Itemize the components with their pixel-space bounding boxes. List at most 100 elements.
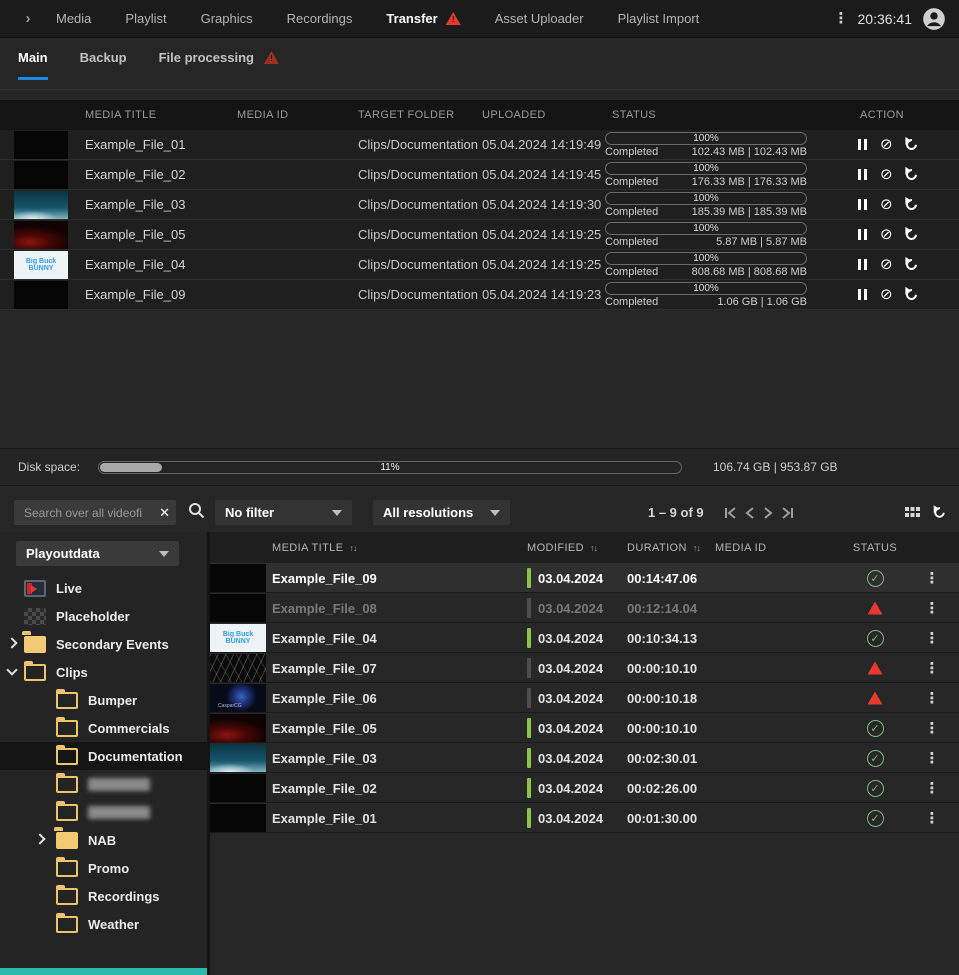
- folder-tree-item[interactable]: Bumper: [0, 686, 207, 714]
- transfer-row[interactable]: Big Buck BUNNY Example_File_04 Clips/Doc…: [0, 250, 959, 280]
- sort-icon[interactable]: ↑↓: [590, 543, 597, 553]
- nav-item[interactable]: Playlist !: [125, 11, 166, 26]
- folder-tree-item[interactable]: Placeholder: [0, 602, 207, 630]
- resolution-dropdown[interactable]: All resolutions: [373, 500, 510, 525]
- account-icon[interactable]: [921, 6, 947, 32]
- chevron-icon[interactable]: [6, 664, 17, 675]
- chevron-icon[interactable]: [36, 808, 44, 816]
- retry-button[interactable]: [903, 137, 918, 152]
- pause-button[interactable]: [858, 259, 867, 270]
- chevron-icon[interactable]: [36, 920, 44, 928]
- search-input[interactable]: [24, 506, 159, 520]
- transfer-row[interactable]: Example_File_03 Clips/Documentation 05.0…: [0, 190, 959, 220]
- search-icon[interactable]: [188, 502, 205, 524]
- pause-button[interactable]: [858, 139, 867, 150]
- nav-item[interactable]: Asset Uploader !: [495, 11, 584, 26]
- overflow-menu-icon[interactable]: ⋮: [834, 11, 849, 26]
- next-page-icon[interactable]: [762, 506, 773, 520]
- retry-button[interactable]: [903, 287, 918, 302]
- clear-search-icon[interactable]: ✕: [159, 505, 170, 521]
- tab[interactable]: File processing !: [159, 50, 279, 79]
- tab[interactable]: Backup !: [80, 50, 127, 79]
- cancel-button[interactable]: ⊘: [880, 197, 893, 212]
- transfer-row[interactable]: Example_File_05 Clips/Documentation 05.0…: [0, 220, 959, 250]
- folder-tree-item[interactable]: [0, 798, 207, 826]
- nav-item[interactable]: Playlist Import !: [618, 11, 700, 26]
- row-menu-icon[interactable]: ⋮: [905, 599, 959, 617]
- cancel-button[interactable]: ⊘: [880, 257, 893, 272]
- retry-button[interactable]: [903, 257, 918, 272]
- chevron-icon[interactable]: [6, 637, 17, 648]
- folder-tree-item[interactable]: Promo: [0, 854, 207, 882]
- retry-button[interactable]: [903, 167, 918, 182]
- folder-tree-item[interactable]: Clips: [0, 658, 207, 686]
- row-menu-icon[interactable]: ⋮: [905, 809, 959, 827]
- last-page-icon[interactable]: [779, 506, 794, 520]
- cancel-button[interactable]: ⊘: [880, 287, 893, 302]
- folder-tree-item[interactable]: Commercials: [0, 714, 207, 742]
- tab[interactable]: Main !: [18, 50, 48, 79]
- row-menu-icon[interactable]: ⋮: [905, 779, 959, 797]
- row-menu-icon[interactable]: ⋮: [905, 659, 959, 677]
- chevron-icon[interactable]: [8, 584, 16, 592]
- pause-button[interactable]: [858, 289, 867, 300]
- media-row[interactable]: Big Buck BUNNY Example_File_04 03.04.202…: [210, 623, 959, 653]
- retry-button[interactable]: [903, 197, 918, 212]
- media-row[interactable]: Example_File_09 03.04.2024 00:14:47.06 ✓…: [210, 563, 959, 593]
- grid-view-icon[interactable]: [905, 507, 920, 518]
- media-row[interactable]: Example_File_02 03.04.2024 00:02:26.00 ✓…: [210, 773, 959, 803]
- row-menu-icon[interactable]: ⋮: [905, 689, 959, 707]
- row-menu-icon[interactable]: ⋮: [905, 629, 959, 647]
- refresh-icon[interactable]: [932, 505, 947, 520]
- pause-button[interactable]: [858, 199, 867, 210]
- first-page-icon[interactable]: [724, 506, 739, 520]
- media-row[interactable]: Example_File_01 03.04.2024 00:01:30.00 ✓…: [210, 803, 959, 833]
- media-row[interactable]: Example_File_05 03.04.2024 00:00:10.10 ✓…: [210, 713, 959, 743]
- root-folder-select[interactable]: Playoutdata: [16, 541, 179, 566]
- folder-tree-item[interactable]: [0, 770, 207, 798]
- folder-tree-item[interactable]: Secondary Events: [0, 630, 207, 658]
- media-row[interactable]: Example_File_03 03.04.2024 00:02:30.01 ✓…: [210, 743, 959, 773]
- folder-tree-item[interactable]: Documentation: [0, 742, 207, 770]
- chevron-icon[interactable]: [36, 864, 44, 872]
- sort-icon[interactable]: ↑↓: [693, 543, 700, 553]
- nav-item[interactable]: Media !: [56, 11, 91, 26]
- chevron-icon[interactable]: [36, 780, 44, 788]
- folder-tree-item[interactable]: Recordings: [0, 882, 207, 910]
- transfer-status: 100% Completed176.33 MB | 176.33 MB: [605, 161, 845, 188]
- folder-tree-item[interactable]: Live: [0, 574, 207, 602]
- retry-button[interactable]: [903, 227, 918, 242]
- folder-tree-item[interactable]: NAB: [0, 826, 207, 854]
- pause-button[interactable]: [858, 169, 867, 180]
- cancel-button[interactable]: ⊘: [880, 227, 893, 242]
- nav-item[interactable]: Graphics !: [201, 11, 253, 26]
- media-row[interactable]: Example_File_07 03.04.2024 00:00:10.10 ✓…: [210, 653, 959, 683]
- pause-button[interactable]: [858, 229, 867, 240]
- transfer-row[interactable]: Example_File_01 Clips/Documentation 05.0…: [0, 130, 959, 160]
- search-box[interactable]: ✕: [14, 500, 176, 525]
- horizontal-scrollbar[interactable]: [0, 968, 207, 975]
- chevron-icon[interactable]: [36, 696, 44, 704]
- filter-dropdown[interactable]: No filter: [215, 500, 352, 525]
- nav-item[interactable]: Transfer !: [386, 11, 460, 26]
- chevron-icon[interactable]: [34, 833, 45, 844]
- nav-item[interactable]: Recordings !: [287, 11, 353, 26]
- cancel-button[interactable]: ⊘: [880, 167, 893, 182]
- chevron-icon[interactable]: [36, 752, 44, 760]
- nav-collapse-icon[interactable]: ›: [0, 10, 56, 27]
- row-menu-icon[interactable]: ⋮: [905, 719, 959, 737]
- row-menu-icon[interactable]: ⋮: [905, 749, 959, 767]
- media-row[interactable]: Example_File_08 03.04.2024 00:12:14.04 ✓…: [210, 593, 959, 623]
- media-thumbnail: [14, 281, 68, 309]
- chevron-icon[interactable]: [36, 724, 44, 732]
- folder-tree-item[interactable]: Weather: [0, 910, 207, 938]
- cancel-button[interactable]: ⊘: [880, 137, 893, 152]
- transfer-row[interactable]: Example_File_02 Clips/Documentation 05.0…: [0, 160, 959, 190]
- sort-icon[interactable]: ↑↓: [349, 543, 356, 553]
- transfer-row[interactable]: Example_File_09 Clips/Documentation 05.0…: [0, 280, 959, 310]
- row-menu-icon[interactable]: ⋮: [905, 569, 959, 587]
- chevron-icon[interactable]: [36, 892, 44, 900]
- media-row[interactable]: CasparCG Example_File_06 03.04.2024 00:0…: [210, 683, 959, 713]
- prev-page-icon[interactable]: [745, 506, 756, 520]
- chevron-icon[interactable]: [8, 612, 16, 620]
